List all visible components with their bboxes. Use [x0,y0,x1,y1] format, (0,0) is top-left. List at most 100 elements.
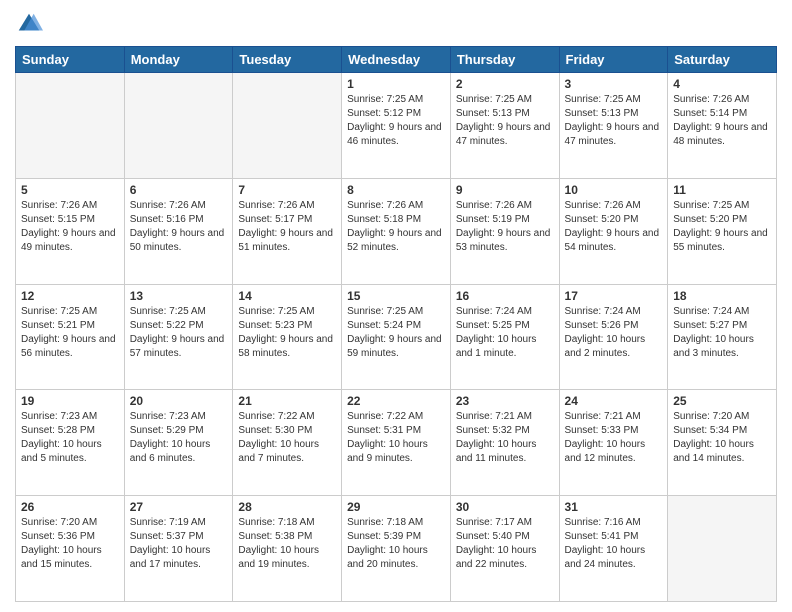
calendar-week-2: 5 Sunrise: 7:26 AMSunset: 5:15 PMDaylight… [16,178,777,284]
day-info: Sunrise: 7:21 AMSunset: 5:33 PMDaylight:… [565,410,663,466]
calendar-cell: 28Sunrise: 7:18 AMSunset: 5:38 PMDayligh… [233,496,342,602]
day-number: 31 [565,500,663,514]
calendar-cell: 15 Sunrise: 7:25 AMSunset: 5:24 PMDayligh… [342,284,451,390]
day-info: Sunrise: 7:25 AMSunset: 5:23 PMDaylight:… [238,305,336,361]
calendar-cell: 13 Sunrise: 7:25 AMSunset: 5:22 PMDayligh… [124,284,233,390]
day-info: Sunrise: 7:25 AMSunset: 5:13 PMDaylight:… [456,93,554,149]
weekday-header-saturday: Saturday [668,47,777,73]
day-info: Sunrise: 7:22 AMSunset: 5:30 PMDaylight:… [238,410,336,466]
day-number: 25 [673,394,771,408]
weekday-header-row: SundayMondayTuesdayWednesdayThursdayFrid… [16,47,777,73]
day-info: Sunrise: 7:18 AMSunset: 5:39 PMDaylight:… [347,516,445,572]
calendar-cell: 25 Sunrise: 7:20 AMSunset: 5:34 PMDayligh… [668,390,777,496]
day-number: 10 [565,183,663,197]
day-info: Sunrise: 7:25 AMSunset: 5:22 PMDaylight:… [130,305,228,361]
calendar-cell: 19 Sunrise: 7:23 AMSunset: 5:28 PMDayligh… [16,390,125,496]
calendar-week-3: 12Sunrise: 7:25 AMSunset: 5:21 PMDayligh… [16,284,777,390]
calendar-week-5: 26 Sunrise: 7:20 AMSunset: 5:36 PMDayligh… [16,496,777,602]
day-number: 27 [130,500,228,514]
calendar-cell: 21 Sunrise: 7:22 AMSunset: 5:30 PMDayligh… [233,390,342,496]
calendar-cell: 6Sunrise: 7:26 AMSunset: 5:16 PMDaylight… [124,178,233,284]
day-info: Sunrise: 7:16 AMSunset: 5:41 PMDaylight:… [565,516,663,572]
calendar-cell: 2 Sunrise: 7:25 AMSunset: 5:13 PMDaylight… [450,73,559,179]
calendar-cell: 5 Sunrise: 7:26 AMSunset: 5:15 PMDaylight… [16,178,125,284]
day-number: 2 [456,77,554,91]
day-info: Sunrise: 7:23 AMSunset: 5:29 PMDaylight:… [130,410,228,466]
day-number: 14 [238,289,336,303]
day-info: Sunrise: 7:23 AMSunset: 5:28 PMDaylight:… [21,410,119,466]
day-number: 16 [456,289,554,303]
header [15,10,777,38]
day-number: 8 [347,183,445,197]
calendar-cell [668,496,777,602]
calendar-cell: 29 Sunrise: 7:18 AMSunset: 5:39 PMDayligh… [342,496,451,602]
calendar-cell: 10 Sunrise: 7:26 AMSunset: 5:20 PMDayligh… [559,178,668,284]
day-info: Sunrise: 7:26 AMSunset: 5:17 PMDaylight:… [238,199,336,255]
day-number: 19 [21,394,119,408]
day-info: Sunrise: 7:25 AMSunset: 5:13 PMDaylight:… [565,93,663,149]
day-info: Sunrise: 7:25 AMSunset: 5:20 PMDaylight:… [673,199,771,255]
day-info: Sunrise: 7:19 AMSunset: 5:37 PMDaylight:… [130,516,228,572]
calendar-cell: 7 Sunrise: 7:26 AMSunset: 5:17 PMDaylight… [233,178,342,284]
day-info: Sunrise: 7:22 AMSunset: 5:31 PMDaylight:… [347,410,445,466]
day-number: 9 [456,183,554,197]
calendar-cell: 23Sunrise: 7:21 AMSunset: 5:32 PMDayligh… [450,390,559,496]
calendar-cell: 26 Sunrise: 7:20 AMSunset: 5:36 PMDayligh… [16,496,125,602]
day-number: 6 [130,183,228,197]
calendar-cell: 24Sunrise: 7:21 AMSunset: 5:33 PMDayligh… [559,390,668,496]
day-number: 3 [565,77,663,91]
calendar-cell: 9 Sunrise: 7:26 AMSunset: 5:19 PMDaylight… [450,178,559,284]
day-info: Sunrise: 7:17 AMSunset: 5:40 PMDaylight:… [456,516,554,572]
day-number: 12 [21,289,119,303]
day-info: Sunrise: 7:24 AMSunset: 5:25 PMDaylight:… [456,305,554,361]
weekday-header-monday: Monday [124,47,233,73]
logo [15,10,47,38]
day-info: Sunrise: 7:20 AMSunset: 5:34 PMDaylight:… [673,410,771,466]
calendar-cell [233,73,342,179]
calendar-cell: 11Sunrise: 7:25 AMSunset: 5:20 PMDayligh… [668,178,777,284]
day-number: 7 [238,183,336,197]
calendar-cell [16,73,125,179]
calendar-week-4: 19 Sunrise: 7:23 AMSunset: 5:28 PMDayligh… [16,390,777,496]
day-number: 23 [456,394,554,408]
weekday-header-sunday: Sunday [16,47,125,73]
day-info: Sunrise: 7:25 AMSunset: 5:24 PMDaylight:… [347,305,445,361]
calendar-cell: 22 Sunrise: 7:22 AMSunset: 5:31 PMDayligh… [342,390,451,496]
day-info: Sunrise: 7:26 AMSunset: 5:19 PMDaylight:… [456,199,554,255]
weekday-header-wednesday: Wednesday [342,47,451,73]
calendar-cell: 4 Sunrise: 7:26 AMSunset: 5:14 PMDaylight… [668,73,777,179]
day-info: Sunrise: 7:20 AMSunset: 5:36 PMDaylight:… [21,516,119,572]
calendar-cell: 1 Sunrise: 7:25 AMSunset: 5:12 PMDaylight… [342,73,451,179]
calendar-table: SundayMondayTuesdayWednesdayThursdayFrid… [15,46,777,602]
day-info: Sunrise: 7:26 AMSunset: 5:15 PMDaylight:… [21,199,119,255]
day-number: 29 [347,500,445,514]
day-info: Sunrise: 7:26 AMSunset: 5:14 PMDaylight:… [673,93,771,149]
day-number: 5 [21,183,119,197]
calendar-cell: 31 Sunrise: 7:16 AMSunset: 5:41 PMDayligh… [559,496,668,602]
day-number: 1 [347,77,445,91]
day-number: 20 [130,394,228,408]
day-number: 30 [456,500,554,514]
calendar-cell: 27 Sunrise: 7:19 AMSunset: 5:37 PMDayligh… [124,496,233,602]
day-number: 15 [347,289,445,303]
calendar-cell: 14 Sunrise: 7:25 AMSunset: 5:23 PMDayligh… [233,284,342,390]
day-number: 22 [347,394,445,408]
day-info: Sunrise: 7:26 AMSunset: 5:18 PMDaylight:… [347,199,445,255]
calendar-cell: 12Sunrise: 7:25 AMSunset: 5:21 PMDayligh… [16,284,125,390]
calendar-cell: 3 Sunrise: 7:25 AMSunset: 5:13 PMDaylight… [559,73,668,179]
calendar-cell: 20 Sunrise: 7:23 AMSunset: 5:29 PMDayligh… [124,390,233,496]
calendar-cell: 30 Sunrise: 7:17 AMSunset: 5:40 PMDayligh… [450,496,559,602]
day-info: Sunrise: 7:25 AMSunset: 5:12 PMDaylight:… [347,93,445,149]
day-number: 21 [238,394,336,408]
day-number: 26 [21,500,119,514]
day-info: Sunrise: 7:26 AMSunset: 5:20 PMDaylight:… [565,199,663,255]
day-number: 28 [238,500,336,514]
day-number: 4 [673,77,771,91]
day-info: Sunrise: 7:24 AMSunset: 5:27 PMDaylight:… [673,305,771,361]
calendar-cell: 17Sunrise: 7:24 AMSunset: 5:26 PMDayligh… [559,284,668,390]
weekday-header-tuesday: Tuesday [233,47,342,73]
page-container: SundayMondayTuesdayWednesdayThursdayFrid… [0,0,792,612]
day-number: 18 [673,289,771,303]
calendar-cell: 8 Sunrise: 7:26 AMSunset: 5:18 PMDaylight… [342,178,451,284]
day-number: 13 [130,289,228,303]
